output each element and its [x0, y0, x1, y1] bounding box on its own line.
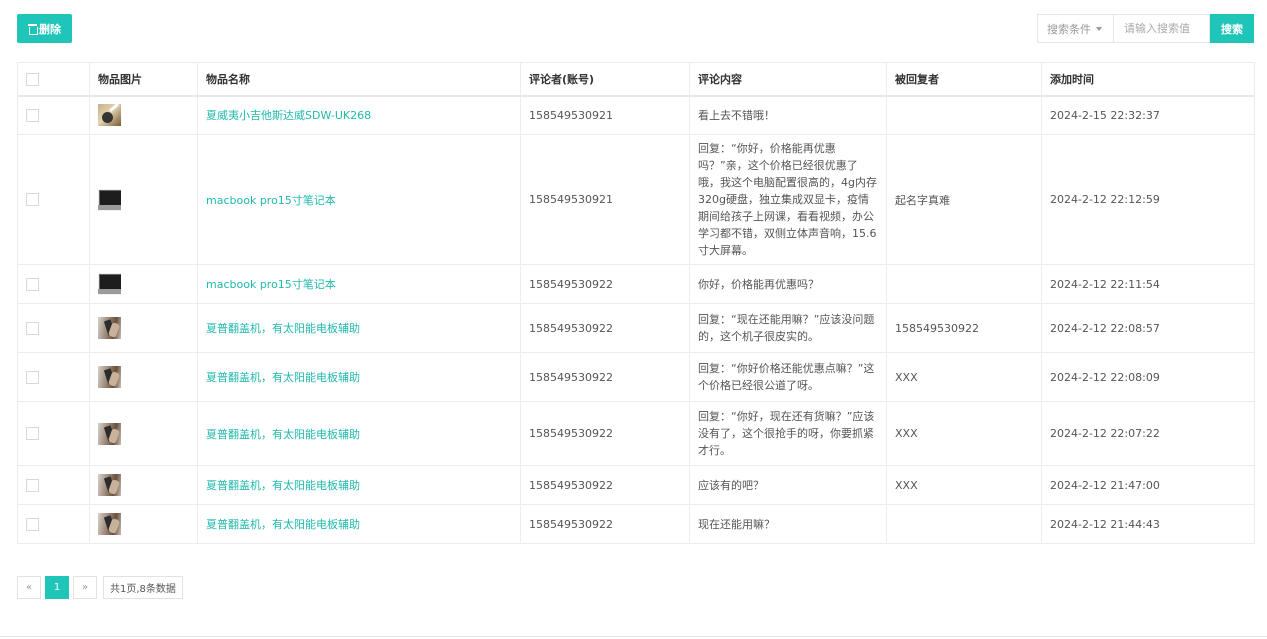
reply-to-cell [886, 504, 1042, 544]
item-name-link[interactable]: 夏普翻盖机，有太阳能电板辅助 [206, 479, 360, 492]
reply-to-cell [886, 95, 1042, 135]
time-cell: 2024-2-12 22:11:54 [1041, 264, 1255, 304]
table-row: 夏普翻盖机，有太阳能电板辅助 158549530922 回复：“你好，现在还有货… [17, 401, 1255, 466]
row-checkbox[interactable] [26, 370, 39, 384]
phone-thumbnail-image[interactable] [98, 317, 121, 339]
comment-content-cell: 回复：“你好价格还能优惠点嘛？”这个价格已经很公道了呀。 [689, 352, 887, 402]
phone-thumbnail-image[interactable] [98, 513, 121, 535]
select-all-cell [17, 62, 90, 97]
row-checkbox[interactable] [26, 277, 39, 291]
search-input[interactable] [1113, 14, 1210, 43]
reply-to-cell: XXX [886, 352, 1042, 402]
comment-content-cell: 回复：“你好，现在还有货嘛？”应该没有了，这个很抢手的呀，你要抓紧才行。 [689, 401, 887, 466]
column-header-content: 评论内容 [689, 62, 887, 97]
row-checkbox[interactable] [26, 517, 39, 531]
time-cell: 2024-2-12 22:12:59 [1041, 134, 1255, 265]
chevron-down-icon [1096, 26, 1102, 31]
guitar-thumbnail-image[interactable] [98, 104, 121, 127]
table-row: 夏普翻盖机，有太阳能电板辅助 158549530922 回复：“现在还能用嘛？”… [17, 303, 1255, 353]
reply-to-cell: 158549530922 [886, 303, 1042, 353]
table-header-row: 物品图片 物品名称 评论者(账号) 评论内容 被回复者 添加时间 [17, 62, 1255, 97]
pagination-summary: 共1页,8条数据 [103, 576, 183, 599]
table-row: 夏威夷小吉他斯达威SDW-UK268 158549530921 看上去不错哦！ … [17, 95, 1255, 135]
commenter-cell: 158549530922 [520, 303, 690, 353]
item-name-link[interactable]: macbook pro15寸笔记本 [206, 194, 336, 207]
commenter-cell: 158549530922 [520, 465, 690, 505]
phone-thumbnail-image[interactable] [98, 366, 121, 388]
column-header-time: 添加时间 [1041, 62, 1255, 97]
table-row: macbook pro15寸笔记本 158549530922 你好，价格能再优惠… [17, 264, 1255, 304]
phone-thumbnail-image[interactable] [98, 474, 121, 496]
search-condition-select[interactable]: 搜索条件 [1037, 14, 1113, 43]
reply-to-cell [886, 264, 1042, 304]
commenter-cell: 158549530922 [520, 264, 690, 304]
time-cell: 2024-2-12 21:47:00 [1041, 465, 1255, 505]
column-header-name: 物品名称 [197, 62, 521, 97]
comment-content-cell: 回复：“你好，价格能再优惠吗？”亲，这个价格已经很优惠了哦，我这个电脑配置很高的… [689, 134, 887, 265]
item-name-link[interactable]: macbook pro15寸笔记本 [206, 278, 336, 291]
commenter-cell: 158549530921 [520, 134, 690, 265]
item-name-link[interactable]: 夏威夷小吉他斯达威SDW-UK268 [206, 109, 371, 122]
comments-table: 物品图片 物品名称 评论者(账号) 评论内容 被回复者 添加时间 夏威夷小吉他斯… [17, 62, 1255, 544]
column-header-commenter: 评论者(账号) [520, 62, 690, 97]
delete-button-label: 删除 [39, 23, 61, 36]
reply-to-cell: 起名字真难 [886, 134, 1042, 265]
commenter-cell: 158549530922 [520, 401, 690, 466]
item-name-link[interactable]: 夏普翻盖机，有太阳能电板辅助 [206, 371, 360, 384]
row-checkbox[interactable] [26, 321, 39, 335]
select-all-checkbox[interactable] [26, 72, 39, 86]
item-name-link[interactable]: 夏普翻盖机，有太阳能电板辅助 [206, 518, 360, 531]
commenter-cell: 158549530921 [520, 95, 690, 135]
delete-button[interactable]: 删除 [17, 14, 72, 43]
comment-content-cell: 回复：“现在还能用嘛？”应该没问题的，这个机子很皮实的。 [689, 303, 887, 353]
next-page-button[interactable]: » [73, 576, 97, 599]
item-name-link[interactable]: 夏普翻盖机，有太阳能电板辅助 [206, 428, 360, 441]
pagination: « 1 » 共1页,8条数据 [17, 576, 183, 599]
commenter-cell: 158549530922 [520, 504, 690, 544]
column-header-image: 物品图片 [89, 62, 198, 97]
commenter-cell: 158549530922 [520, 352, 690, 402]
time-cell: 2024-2-12 21:44:43 [1041, 504, 1255, 544]
item-name-link[interactable]: 夏普翻盖机，有太阳能电板辅助 [206, 322, 360, 335]
search-group: 搜索条件 搜索 [1037, 14, 1254, 43]
row-checkbox[interactable] [26, 427, 39, 441]
column-header-reply-to: 被回复者 [886, 62, 1042, 97]
comment-content-cell: 应该有的吧？ [689, 465, 887, 505]
reply-to-cell: XXX [886, 401, 1042, 466]
toolbar: 删除 搜索条件 搜索 [17, 14, 1254, 44]
prev-page-button[interactable]: « [17, 576, 41, 599]
divider [0, 636, 1267, 637]
comment-content-cell: 你好，价格能再优惠吗？ [689, 264, 887, 304]
row-checkbox[interactable] [26, 193, 39, 207]
laptop-thumbnail-image[interactable] [98, 273, 121, 295]
time-cell: 2024-2-12 22:08:57 [1041, 303, 1255, 353]
page-1-button[interactable]: 1 [45, 576, 69, 599]
time-cell: 2024-2-12 22:07:22 [1041, 401, 1255, 466]
comment-content-cell: 现在还能用嘛？ [689, 504, 887, 544]
comment-content-cell: 看上去不错哦！ [689, 95, 887, 135]
row-checkbox[interactable] [26, 478, 39, 492]
time-cell: 2024-2-15 22:32:37 [1041, 95, 1255, 135]
table-row: macbook pro15寸笔记本 158549530921 回复：“你好，价格… [17, 134, 1255, 265]
time-cell: 2024-2-12 22:08:09 [1041, 352, 1255, 402]
search-condition-label: 搜索条件 [1047, 22, 1091, 36]
laptop-thumbnail-image[interactable] [98, 188, 121, 211]
row-checkbox[interactable] [26, 109, 39, 122]
search-button[interactable]: 搜索 [1210, 14, 1254, 43]
reply-to-cell: XXX [886, 465, 1042, 505]
table-row: 夏普翻盖机，有太阳能电板辅助 158549530922 现在还能用嘛？ 2024… [17, 504, 1255, 544]
table-row: 夏普翻盖机，有太阳能电板辅助 158549530922 回复：“你好价格还能优惠… [17, 352, 1255, 402]
table-row: 夏普翻盖机，有太阳能电板辅助 158549530922 应该有的吧？ XXX 2… [17, 465, 1255, 505]
trash-icon [28, 23, 38, 35]
phone-thumbnail-image[interactable] [98, 422, 121, 445]
